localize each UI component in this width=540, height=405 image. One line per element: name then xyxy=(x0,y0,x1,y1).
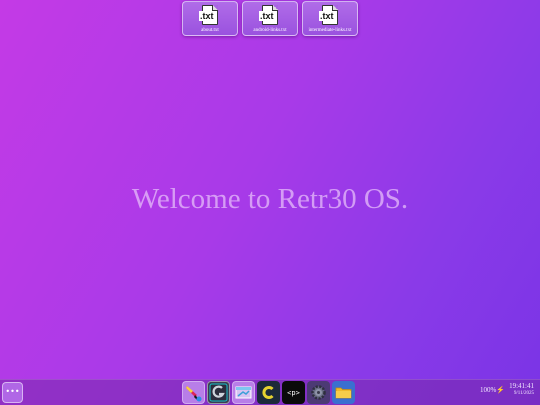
dock-app-brush[interactable] xyxy=(182,381,205,404)
desktop-file-android-links[interactable]: .txt android-links.txt xyxy=(242,1,298,36)
gear-icon xyxy=(311,385,326,400)
paintbrush-icon xyxy=(186,386,202,402)
file-ext-label: .txt xyxy=(319,11,335,21)
battery-icon: ⚡ xyxy=(496,386,506,394)
file-name: intermediate-links.txt xyxy=(308,28,352,33)
clock-time: 19:41:41 xyxy=(509,382,534,390)
battery-status[interactable]: 100%⚡ xyxy=(480,386,505,394)
txt-file-icon: .txt xyxy=(259,5,278,25)
dock-app-settings[interactable] xyxy=(307,381,330,404)
battery-percent: 100% xyxy=(480,386,497,394)
folder-icon xyxy=(335,387,352,399)
file-name: android-links.txt xyxy=(253,28,287,33)
dock: <p> xyxy=(182,381,355,404)
dock-app-code-editor[interactable]: <p> xyxy=(282,381,305,404)
txt-file-icon: .txt xyxy=(319,5,338,25)
g-logo-icon xyxy=(209,383,228,402)
desktop-file-intermediate-links[interactable]: .txt intermediate-links.txt xyxy=(302,1,358,36)
c-logo-icon xyxy=(262,386,274,399)
code-icon: <p> xyxy=(287,388,300,397)
dock-app-file-manager[interactable] xyxy=(332,381,355,404)
desktop-file-about[interactable]: .txt about.txt xyxy=(182,1,238,36)
txt-file-icon: .txt xyxy=(199,5,218,25)
taskbar: ••• <p> 100%⚡ 19:41:41 9/11/2025 xyxy=(0,379,540,405)
start-menu-button[interactable]: ••• xyxy=(2,382,23,403)
system-tray: 100%⚡ 19:41:41 9/11/2025 xyxy=(480,382,534,398)
file-ext-label: .txt xyxy=(259,11,275,21)
dock-app-window[interactable] xyxy=(232,381,255,404)
clock[interactable]: 19:41:41 9/11/2025 xyxy=(509,382,534,398)
welcome-message: Welcome to Retr30 OS. xyxy=(131,183,409,215)
clock-date: 9/11/2025 xyxy=(513,391,534,396)
window-icon xyxy=(235,386,252,399)
dock-app-g[interactable] xyxy=(207,381,230,404)
file-name: about.txt xyxy=(201,28,219,33)
desktop-icons: .txt about.txt .txt android-links.txt .t… xyxy=(182,1,358,36)
file-ext-label: .txt xyxy=(199,11,215,21)
dock-app-c[interactable] xyxy=(257,381,280,404)
